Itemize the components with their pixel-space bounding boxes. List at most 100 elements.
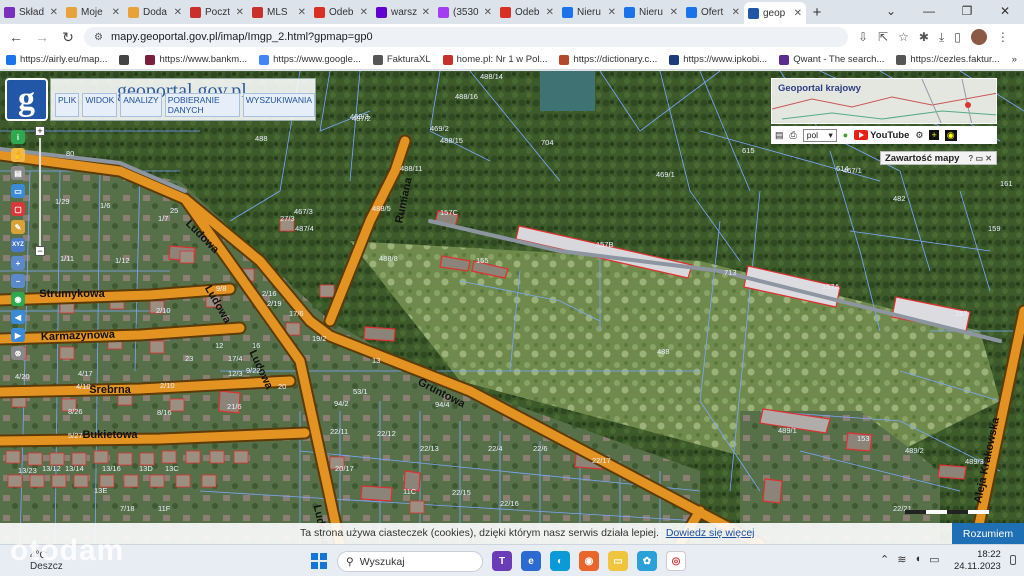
pencil-icon[interactable]: ✎: [11, 220, 25, 234]
tab-close-icon[interactable]: ✕: [112, 7, 120, 18]
bookmark-item[interactable]: Qwant - The search...: [779, 54, 884, 65]
browser-tab[interactable]: (3530 ✕: [434, 2, 496, 22]
bookmarks-overflow-button[interactable]: »: [1012, 54, 1017, 65]
new-tab-button[interactable]: +: [806, 4, 828, 21]
help-icon[interactable]: ●: [843, 130, 848, 140]
pan-hand-icon[interactable]: ✋: [11, 148, 25, 162]
site-info-icon[interactable]: ⚙: [94, 32, 103, 43]
map-contents-controls[interactable]: ? ▭ ✕: [968, 154, 992, 163]
file-explorer-icon[interactable]: ▭: [608, 551, 628, 571]
geoportal-menu-item[interactable]: WIDOK: [82, 93, 118, 117]
youtube-link[interactable]: YouTube: [854, 130, 909, 141]
geoportal-menu-item[interactable]: PLIK: [55, 93, 80, 117]
cookie-accept-button[interactable]: Rozumiem: [952, 523, 1024, 544]
tab-close-icon[interactable]: ✕: [174, 7, 182, 18]
browser-tab[interactable]: geop ✕: [744, 2, 806, 24]
geoportal-menu-item[interactable]: POBIERANIE DANYCH: [164, 93, 240, 117]
measure-area-icon[interactable]: ▢: [11, 202, 25, 216]
address-bar[interactable]: ⚙ mapy.geoportal.gov.pl/imap/Imgp_2.html…: [84, 27, 848, 47]
zoom-out-icon[interactable]: −: [11, 274, 25, 288]
geoportal-logo[interactable]: g: [5, 78, 48, 121]
overview-map[interactable]: Geoportal krajowy: [771, 78, 997, 124]
select-icon[interactable]: ▭: [11, 184, 25, 198]
maximize-button[interactable]: ❐: [948, 0, 986, 24]
extensions-icon[interactable]: ✱: [919, 30, 929, 44]
cookie-learn-more-link[interactable]: Dowiedz się więcej: [666, 527, 755, 539]
forward-button[interactable]: →: [32, 29, 52, 45]
info-icon[interactable]: i: [11, 130, 25, 144]
battery-icon[interactable]: ▭: [929, 553, 939, 566]
firefox-icon[interactable]: ◉: [579, 551, 599, 571]
browser-tab[interactable]: Poczt ✕: [186, 2, 248, 22]
browser-tab[interactable]: Odeb ✕: [310, 2, 372, 22]
tab-close-icon[interactable]: ✕: [422, 7, 430, 18]
teams-icon[interactable]: T: [492, 551, 512, 571]
globe-icon[interactable]: ◉: [11, 292, 25, 306]
taskbar-search[interactable]: ⚲ Wyszukaj: [337, 551, 483, 572]
bookmark-item[interactable]: [119, 54, 133, 65]
photos-icon[interactable]: ✿: [637, 551, 657, 571]
zoom-in-icon[interactable]: +: [11, 256, 25, 270]
coordinates-icon[interactable]: XYZ: [11, 238, 25, 252]
printer-icon[interactable]: ⎙: [790, 130, 797, 141]
bookmark-item[interactable]: https://www.ipkobi...: [669, 54, 767, 65]
tab-close-icon[interactable]: ✕: [608, 7, 616, 18]
clock[interactable]: 18:22 24.11.2023: [954, 549, 1001, 573]
tab-close-icon[interactable]: ✕: [794, 8, 802, 19]
next-view-icon[interactable]: ▶: [11, 328, 25, 342]
map-view[interactable]: Strumykowa Karmazynowa Srebrna Bukietowa Gru…: [0, 71, 1024, 544]
close-window-button[interactable]: ✕: [986, 0, 1024, 24]
previous-view-icon[interactable]: ◀: [11, 310, 25, 324]
browser-tab[interactable]: Nieru ✕: [558, 2, 620, 22]
edge-browser-icon[interactable]: ◐: [550, 551, 570, 571]
bookmark-item[interactable]: https://www.google...: [259, 54, 361, 65]
help-lifebuoy-icon[interactable]: ⊗: [11, 346, 25, 360]
tab-search-icon[interactable]: ⌄: [872, 0, 910, 24]
wifi-icon[interactable]: ≋: [897, 553, 906, 566]
print-icon[interactable]: ▤: [11, 166, 25, 180]
contrast-icon[interactable]: +: [929, 130, 939, 140]
bookmark-star-icon[interactable]: ☆: [898, 30, 909, 44]
tab-close-icon[interactable]: ✕: [732, 7, 740, 18]
tab-close-icon[interactable]: ✕: [360, 7, 368, 18]
zoom-track[interactable]: [39, 138, 41, 246]
side-panel-icon[interactable]: ▯: [954, 30, 961, 44]
zoom-slider[interactable]: + −: [35, 126, 45, 258]
notifications-icon[interactable]: [1010, 555, 1016, 565]
downloads-icon[interactable]: ⤓: [939, 30, 944, 45]
zoom-plus-button[interactable]: +: [35, 126, 45, 136]
browser-tab[interactable]: Nieru ✕: [620, 2, 682, 22]
browser-tab[interactable]: MLS ✕: [248, 2, 310, 22]
accessibility-icon[interactable]: ⚙: [915, 130, 923, 141]
bookmark-item[interactable]: https://www.bankm...: [145, 54, 247, 65]
bookmark-item[interactable]: FakturaXL: [372, 54, 431, 65]
back-button[interactable]: ←: [6, 29, 26, 45]
bookmark-item[interactable]: https://airly.eu/map...: [6, 54, 107, 65]
map-contents-panel[interactable]: Zawartość mapy ? ▭ ✕: [880, 151, 997, 165]
tab-close-icon[interactable]: ✕: [50, 7, 58, 18]
tab-close-icon[interactable]: ✕: [298, 7, 306, 18]
bookmark-item[interactable]: https://dictionary.c...: [559, 54, 657, 65]
volume-icon[interactable]: ◖: [914, 553, 921, 566]
edge-icon[interactable]: e: [521, 551, 541, 571]
zoom-minus-button[interactable]: −: [35, 246, 45, 256]
browser-tab[interactable]: warsz ✕: [372, 2, 434, 22]
share-icon[interactable]: ⇱: [878, 30, 888, 44]
windows-start-icon[interactable]: [311, 553, 327, 569]
document-icon[interactable]: ▤: [775, 130, 784, 141]
geoportal-menu-item[interactable]: ANALIZY: [120, 93, 162, 117]
eye-icon[interactable]: ◉: [944, 129, 957, 141]
browser-tab[interactable]: Moje ✕: [62, 2, 124, 22]
geoportal-menu-item[interactable]: WYSZUKIWANIA: [242, 93, 315, 117]
tray-chevron-icon[interactable]: ⌃: [880, 553, 889, 566]
tab-close-icon[interactable]: ✕: [484, 7, 492, 18]
install-icon[interactable]: ⇩: [858, 30, 868, 44]
browser-tab[interactable]: Odeb ✕: [496, 2, 558, 22]
browser-tab[interactable]: Doda ✕: [124, 2, 186, 22]
browser-tab[interactable]: Ofert ✕: [682, 2, 744, 22]
bookmark-item[interactable]: home.pl: Nr 1 w Pol...: [442, 54, 547, 65]
bookmark-item[interactable]: https://cezles.faktur...: [896, 54, 1000, 65]
tab-close-icon[interactable]: ✕: [670, 7, 678, 18]
tab-close-icon[interactable]: ✕: [236, 7, 244, 18]
browser-tab[interactable]: Skład ✕: [0, 2, 62, 22]
